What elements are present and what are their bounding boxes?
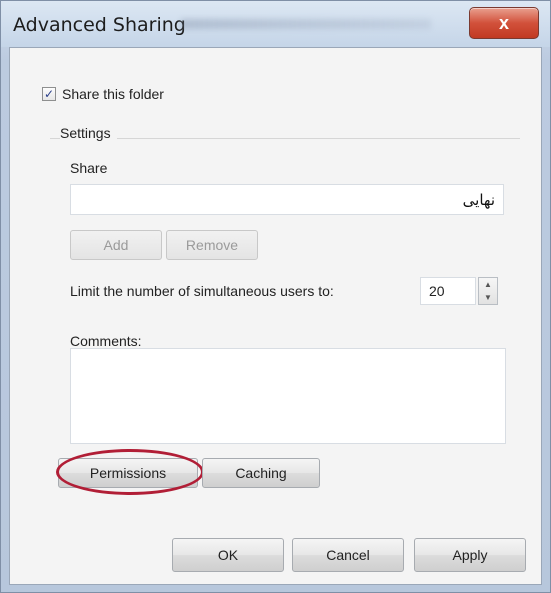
advanced-sharing-window: Advanced Sharing x ✓ Share this folder S… [0, 0, 551, 593]
share-folder-row[interactable]: ✓ Share this folder [42, 86, 164, 102]
cancel-button[interactable]: Cancel [292, 538, 404, 572]
spin-down-icon[interactable]: ▼ [484, 293, 492, 302]
background-window-title [181, 19, 431, 29]
remove-button[interactable]: Remove [166, 230, 258, 260]
checkmark-icon: ✓ [43, 87, 55, 101]
close-icon: x [498, 12, 509, 33]
close-button[interactable]: x [469, 7, 539, 39]
user-limit-input[interactable]: 20 [420, 277, 476, 305]
comments-textarea[interactable] [70, 348, 506, 444]
caching-button[interactable]: Caching [202, 458, 320, 488]
ok-button[interactable]: OK [172, 538, 284, 572]
share-name-label: Share [70, 160, 108, 176]
highlight-annotation [56, 449, 204, 495]
comments-label: Comments: [70, 333, 142, 349]
spin-up-icon[interactable]: ▲ [484, 280, 492, 289]
share-name-input[interactable]: نهایی [70, 184, 504, 215]
share-folder-label[interactable]: Share this folder [62, 86, 164, 102]
add-button[interactable]: Add [70, 230, 162, 260]
share-folder-checkbox[interactable]: ✓ [42, 87, 56, 101]
settings-group-title: Settings [60, 125, 117, 141]
user-limit-spinner[interactable]: ▲ ▼ [478, 277, 498, 305]
dialog-body: ✓ Share this folder Settings Share نهایی… [9, 47, 542, 585]
window-title: Advanced Sharing [13, 14, 186, 36]
user-limit-label: Limit the number of simultaneous users t… [70, 283, 334, 299]
apply-button[interactable]: Apply [414, 538, 526, 572]
title-bar[interactable]: Advanced Sharing x [1, 1, 550, 47]
